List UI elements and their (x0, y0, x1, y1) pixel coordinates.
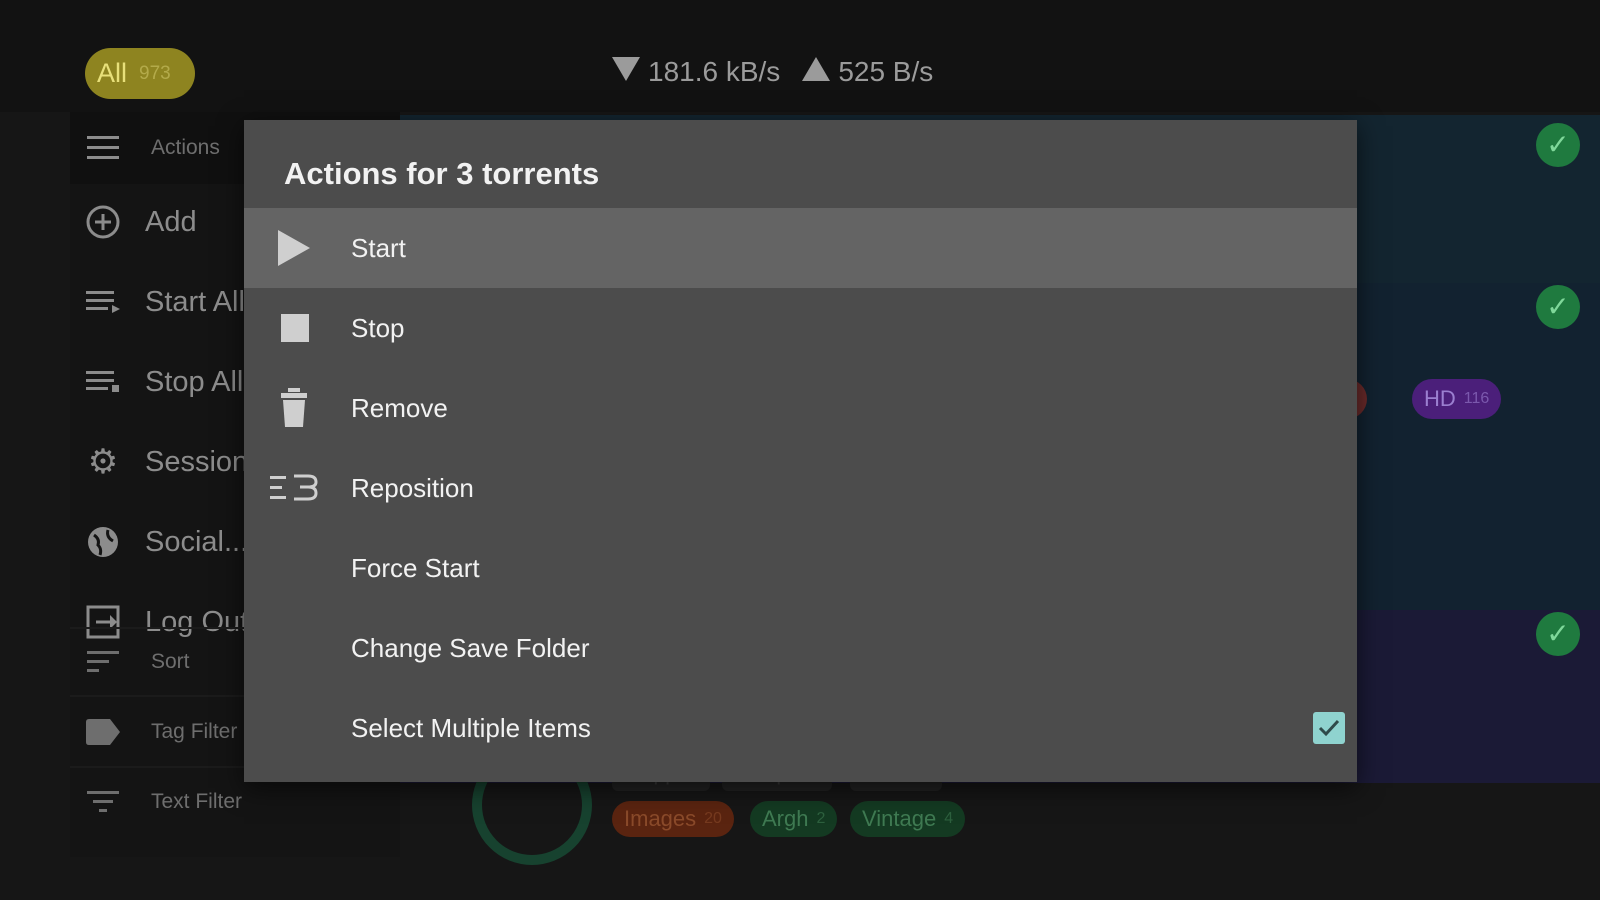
filter-chip-count: 973 (139, 62, 171, 84)
drawer-item-logout[interactable]: Log Out (85, 604, 248, 640)
action-label: Select Multiple Items (351, 713, 591, 743)
action-label: Remove (351, 393, 448, 423)
drawer-item-label: Text Filter (151, 790, 243, 813)
tag-chip-label: Images (624, 806, 697, 831)
gear-icon: ⚙ (87, 443, 119, 481)
drawer-item-stop-all[interactable]: Stop All (85, 364, 243, 400)
tag-chip[interactable]: Vintage 4 (850, 801, 966, 837)
list-start-icon (85, 284, 121, 320)
action-label: Change Save Folder (351, 633, 590, 663)
action-start[interactable]: Start (244, 208, 1357, 288)
action-label: Stop (351, 313, 405, 343)
drawer-item-label: Session (145, 445, 249, 478)
play-icon (272, 226, 316, 270)
action-stop[interactable]: Stop (244, 288, 1357, 368)
tag-chip-label: HD (1424, 386, 1456, 411)
drawer-item-label: Sort (151, 650, 190, 673)
stop-icon (272, 306, 316, 350)
drawer-item-tag-filter[interactable]: Tag Filter (85, 714, 237, 750)
select-multiple-checkbox[interactable] (1313, 712, 1345, 744)
filter-chip-label: All (97, 58, 128, 88)
drawer-item-start-all[interactable]: Start All (85, 284, 245, 320)
action-select-multiple[interactable]: Select Multiple Items (244, 688, 1357, 768)
drawer-item-add[interactable]: Add (85, 204, 197, 240)
action-change-save-folder[interactable]: Change Save Folder (244, 608, 1357, 688)
drawer-item-sort[interactable]: Sort (85, 644, 190, 680)
tag-chip-label: Argh (762, 806, 809, 831)
tag-chip[interactable]: Images 20 (612, 801, 734, 837)
tag-chip-count: 4 (944, 810, 954, 827)
download-arrow-icon (612, 56, 640, 88)
tag-chip[interactable]: HD 116 (1412, 379, 1502, 419)
check-icon: ✓ (1536, 123, 1580, 167)
dialog-title: Actions for 3 torrents (284, 156, 600, 191)
tag-icon (85, 714, 121, 750)
check-icon: ✓ (1536, 612, 1580, 656)
actions-header-label: Actions (151, 136, 220, 159)
tag-chip-label: Vintage (862, 806, 937, 831)
plus-circle-icon (85, 204, 121, 240)
drawer-item-label: Stop All (145, 365, 244, 398)
check-icon: ✓ (1536, 285, 1580, 329)
drawer-item-label: Start All (145, 285, 245, 318)
drawer-item-session[interactable]: ⚙ Session (85, 443, 249, 481)
upload-arrow-icon (802, 56, 831, 88)
drawer-item-text-filter[interactable]: Text Filter (85, 784, 242, 820)
action-remove[interactable]: Remove (244, 368, 1357, 448)
sort-icon (85, 644, 121, 680)
upload-speed: 525 B/s (838, 56, 934, 87)
drawer-item-label: Tag Filter (151, 720, 238, 743)
drawer-item-social[interactable]: Social... (85, 524, 248, 560)
reposition-icon (268, 466, 320, 510)
tag-chip[interactable]: Argh 2 (750, 801, 838, 837)
action-force-start[interactable]: Force Start (244, 528, 1357, 608)
actions-header[interactable]: Actions (85, 130, 220, 166)
menu-icon (85, 130, 121, 166)
logout-icon (85, 604, 121, 640)
drawer-item-label: Social... (145, 525, 249, 558)
drawer-item-label: Add (145, 205, 197, 238)
actions-dialog: Actions for 3 torrents Start Stop Remove… (244, 120, 1357, 782)
top-bar: All 973 181.6 kB/s 525 B/s (0, 0, 1600, 112)
list-stop-icon (85, 364, 121, 400)
action-label: Reposition (351, 473, 474, 503)
trash-icon (272, 386, 316, 430)
action-label: Force Start (351, 553, 480, 583)
download-speed: 181.6 kB/s (648, 56, 781, 87)
speed-readout: 181.6 kB/s 525 B/s (612, 56, 933, 88)
action-reposition[interactable]: Reposition (244, 448, 1357, 528)
tag-chip-count: 116 (1463, 390, 1490, 407)
globe-icon (85, 524, 121, 560)
drawer-item-label: Log Out (145, 605, 249, 638)
tag-chip-count: 2 (816, 810, 826, 827)
filter-icon (85, 784, 121, 820)
filter-chip-all[interactable]: All 973 (85, 48, 195, 99)
checkmark-icon (1318, 719, 1340, 737)
tag-chip-count: 20 (704, 810, 722, 827)
action-label: Start (351, 233, 406, 263)
